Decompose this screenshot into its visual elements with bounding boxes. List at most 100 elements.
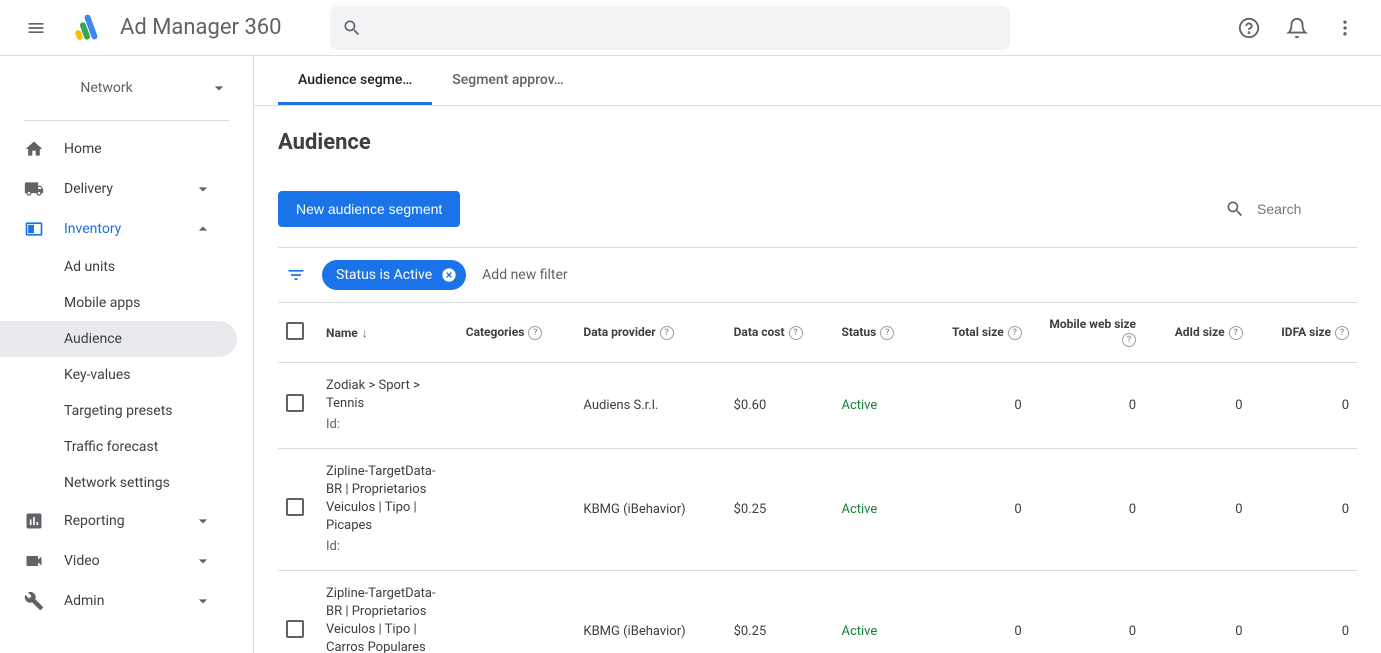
table-search-input[interactable] bbox=[1257, 201, 1357, 217]
sidebar-sub-key-values[interactable]: Key-values bbox=[0, 357, 237, 393]
row-checkbox[interactable] bbox=[286, 498, 304, 516]
row-status: Active bbox=[841, 398, 877, 413]
col-name[interactable]: Name↓ bbox=[318, 303, 458, 363]
add-filter-link[interactable]: Add new filter bbox=[482, 267, 567, 283]
row-idfa-size: 0 bbox=[1251, 570, 1357, 653]
close-icon bbox=[441, 267, 457, 283]
help-icon[interactable]: ? bbox=[1122, 333, 1136, 347]
divider bbox=[24, 120, 229, 121]
row-categories bbox=[458, 570, 576, 653]
row-mobile-web-size: 0 bbox=[1030, 448, 1144, 570]
row-status: Active bbox=[841, 502, 877, 517]
row-data-provider: KBMG (iBehavior) bbox=[575, 570, 725, 653]
audience-table: Name↓ Categories? Data provider? Data co… bbox=[278, 303, 1357, 653]
row-adid-size: 0 bbox=[1144, 448, 1251, 570]
sidebar-sub-mobile-apps[interactable]: Mobile apps bbox=[0, 285, 237, 321]
tab-segment-approval[interactable]: Segment approv… bbox=[432, 56, 583, 105]
notifications-button[interactable] bbox=[1277, 8, 1317, 48]
new-audience-segment-button[interactable]: New audience segment bbox=[278, 191, 460, 227]
row-idfa-size: 0 bbox=[1251, 363, 1357, 449]
inventory-icon bbox=[24, 219, 44, 239]
menu-button[interactable] bbox=[16, 8, 56, 48]
row-data-cost: $0.25 bbox=[726, 448, 834, 570]
sidebar-item-home[interactable]: Home bbox=[0, 129, 237, 169]
sidebar-sub-traffic-forecast[interactable]: Traffic forecast bbox=[0, 429, 237, 465]
col-data-cost[interactable]: Data cost? bbox=[726, 303, 834, 363]
main-content: Audience segme… Segment approv… Audience… bbox=[254, 56, 1381, 653]
help-icon[interactable]: ? bbox=[1229, 326, 1243, 340]
col-data-provider[interactable]: Data provider? bbox=[575, 303, 725, 363]
row-checkbox[interactable] bbox=[286, 394, 304, 412]
app-logo bbox=[72, 12, 104, 44]
row-total-size: 0 bbox=[921, 570, 1030, 653]
sidebar-item-reporting[interactable]: Reporting bbox=[0, 501, 237, 541]
help-icon[interactable]: ? bbox=[789, 326, 803, 340]
row-data-cost: $0.25 bbox=[726, 570, 834, 653]
sidebar-sub-network-settings[interactable]: Network settings bbox=[0, 465, 237, 501]
chip-label: Status is Active bbox=[336, 267, 432, 283]
nav-label: Admin bbox=[64, 593, 173, 609]
search-icon bbox=[1225, 199, 1245, 219]
table-row[interactable]: Zipline-TargetData-BR | Proprietarios Ve… bbox=[278, 448, 1357, 570]
col-idfa-size[interactable]: IDFA size? bbox=[1251, 303, 1357, 363]
network-selector[interactable]: Network bbox=[0, 64, 253, 112]
col-status[interactable]: Status? bbox=[833, 303, 920, 363]
sidebar-item-admin[interactable]: Admin bbox=[0, 581, 237, 621]
help-icon[interactable]: ? bbox=[1008, 326, 1022, 340]
filter-icon[interactable] bbox=[286, 265, 306, 285]
col-adid-size[interactable]: AdId size? bbox=[1144, 303, 1251, 363]
sidebar-sub-ad-units[interactable]: Ad units bbox=[0, 249, 237, 285]
row-adid-size: 0 bbox=[1144, 570, 1251, 653]
row-checkbox[interactable] bbox=[286, 620, 304, 638]
home-icon bbox=[24, 139, 44, 159]
row-total-size: 0 bbox=[921, 448, 1030, 570]
nav-label: Inventory bbox=[64, 221, 173, 237]
wrench-icon bbox=[24, 591, 44, 611]
sidebar-item-video[interactable]: Video bbox=[0, 541, 237, 581]
row-data-provider: KBMG (iBehavior) bbox=[575, 448, 725, 570]
help-icon[interactable]: ? bbox=[528, 326, 542, 340]
nav-label: Delivery bbox=[64, 181, 173, 197]
table-row[interactable]: Zodiak > Sport > Tennis Id: Audiens S.r.l… bbox=[278, 363, 1357, 449]
select-all-checkbox[interactable] bbox=[286, 322, 304, 340]
row-categories bbox=[458, 363, 576, 449]
col-total-size[interactable]: Total size? bbox=[921, 303, 1030, 363]
row-status: Active bbox=[841, 624, 877, 639]
tab-audience-segments[interactable]: Audience segme… bbox=[278, 56, 432, 105]
help-icon[interactable]: ? bbox=[660, 326, 674, 340]
filter-chip-status[interactable]: Status is Active bbox=[322, 260, 466, 290]
help-button[interactable] bbox=[1229, 8, 1269, 48]
table-search[interactable] bbox=[1225, 199, 1357, 219]
table-row[interactable]: Zipline-TargetData-BR | Proprietarios Ve… bbox=[278, 570, 1357, 653]
sidebar-sub-targeting-presets[interactable]: Targeting presets bbox=[0, 393, 237, 429]
help-icon[interactable]: ? bbox=[1335, 326, 1349, 340]
sidebar-item-inventory[interactable]: Inventory bbox=[0, 209, 237, 249]
row-name: Zodiak > Sport > Tennis bbox=[326, 377, 450, 413]
network-label: Network bbox=[24, 80, 209, 96]
more-button[interactable] bbox=[1325, 8, 1365, 48]
row-adid-size: 0 bbox=[1144, 363, 1251, 449]
help-icon[interactable]: ? bbox=[880, 326, 894, 340]
row-idfa-size: 0 bbox=[1251, 448, 1357, 570]
row-name: Zipline-TargetData-BR | Proprietarios Ve… bbox=[326, 463, 450, 536]
row-id: Id: bbox=[326, 416, 450, 434]
row-data-provider: Audiens S.r.l. bbox=[575, 363, 725, 449]
filter-bar: Status is Active Add new filter bbox=[278, 247, 1357, 303]
page-title: Audience bbox=[278, 130, 1357, 155]
col-categories[interactable]: Categories? bbox=[458, 303, 576, 363]
sidebar-item-delivery[interactable]: Delivery bbox=[0, 169, 237, 209]
chevron-down-icon bbox=[193, 551, 213, 571]
row-name: Zipline-TargetData-BR | Proprietarios Ve… bbox=[326, 585, 450, 653]
sort-desc-icon: ↓ bbox=[362, 326, 368, 340]
col-mobile-web-size[interactable]: Mobile web size? bbox=[1030, 303, 1144, 363]
row-data-cost: $0.60 bbox=[726, 363, 834, 449]
chevron-down-icon bbox=[193, 511, 213, 531]
search-icon bbox=[342, 18, 362, 38]
help-icon bbox=[1238, 17, 1260, 39]
chevron-down-icon bbox=[209, 78, 229, 98]
row-mobile-web-size: 0 bbox=[1030, 363, 1144, 449]
global-search[interactable] bbox=[330, 6, 1010, 50]
sidebar: Network Home Delivery Inventory Ad units… bbox=[0, 56, 254, 653]
chip-remove[interactable] bbox=[440, 266, 458, 284]
sidebar-sub-audience[interactable]: Audience bbox=[0, 321, 237, 357]
